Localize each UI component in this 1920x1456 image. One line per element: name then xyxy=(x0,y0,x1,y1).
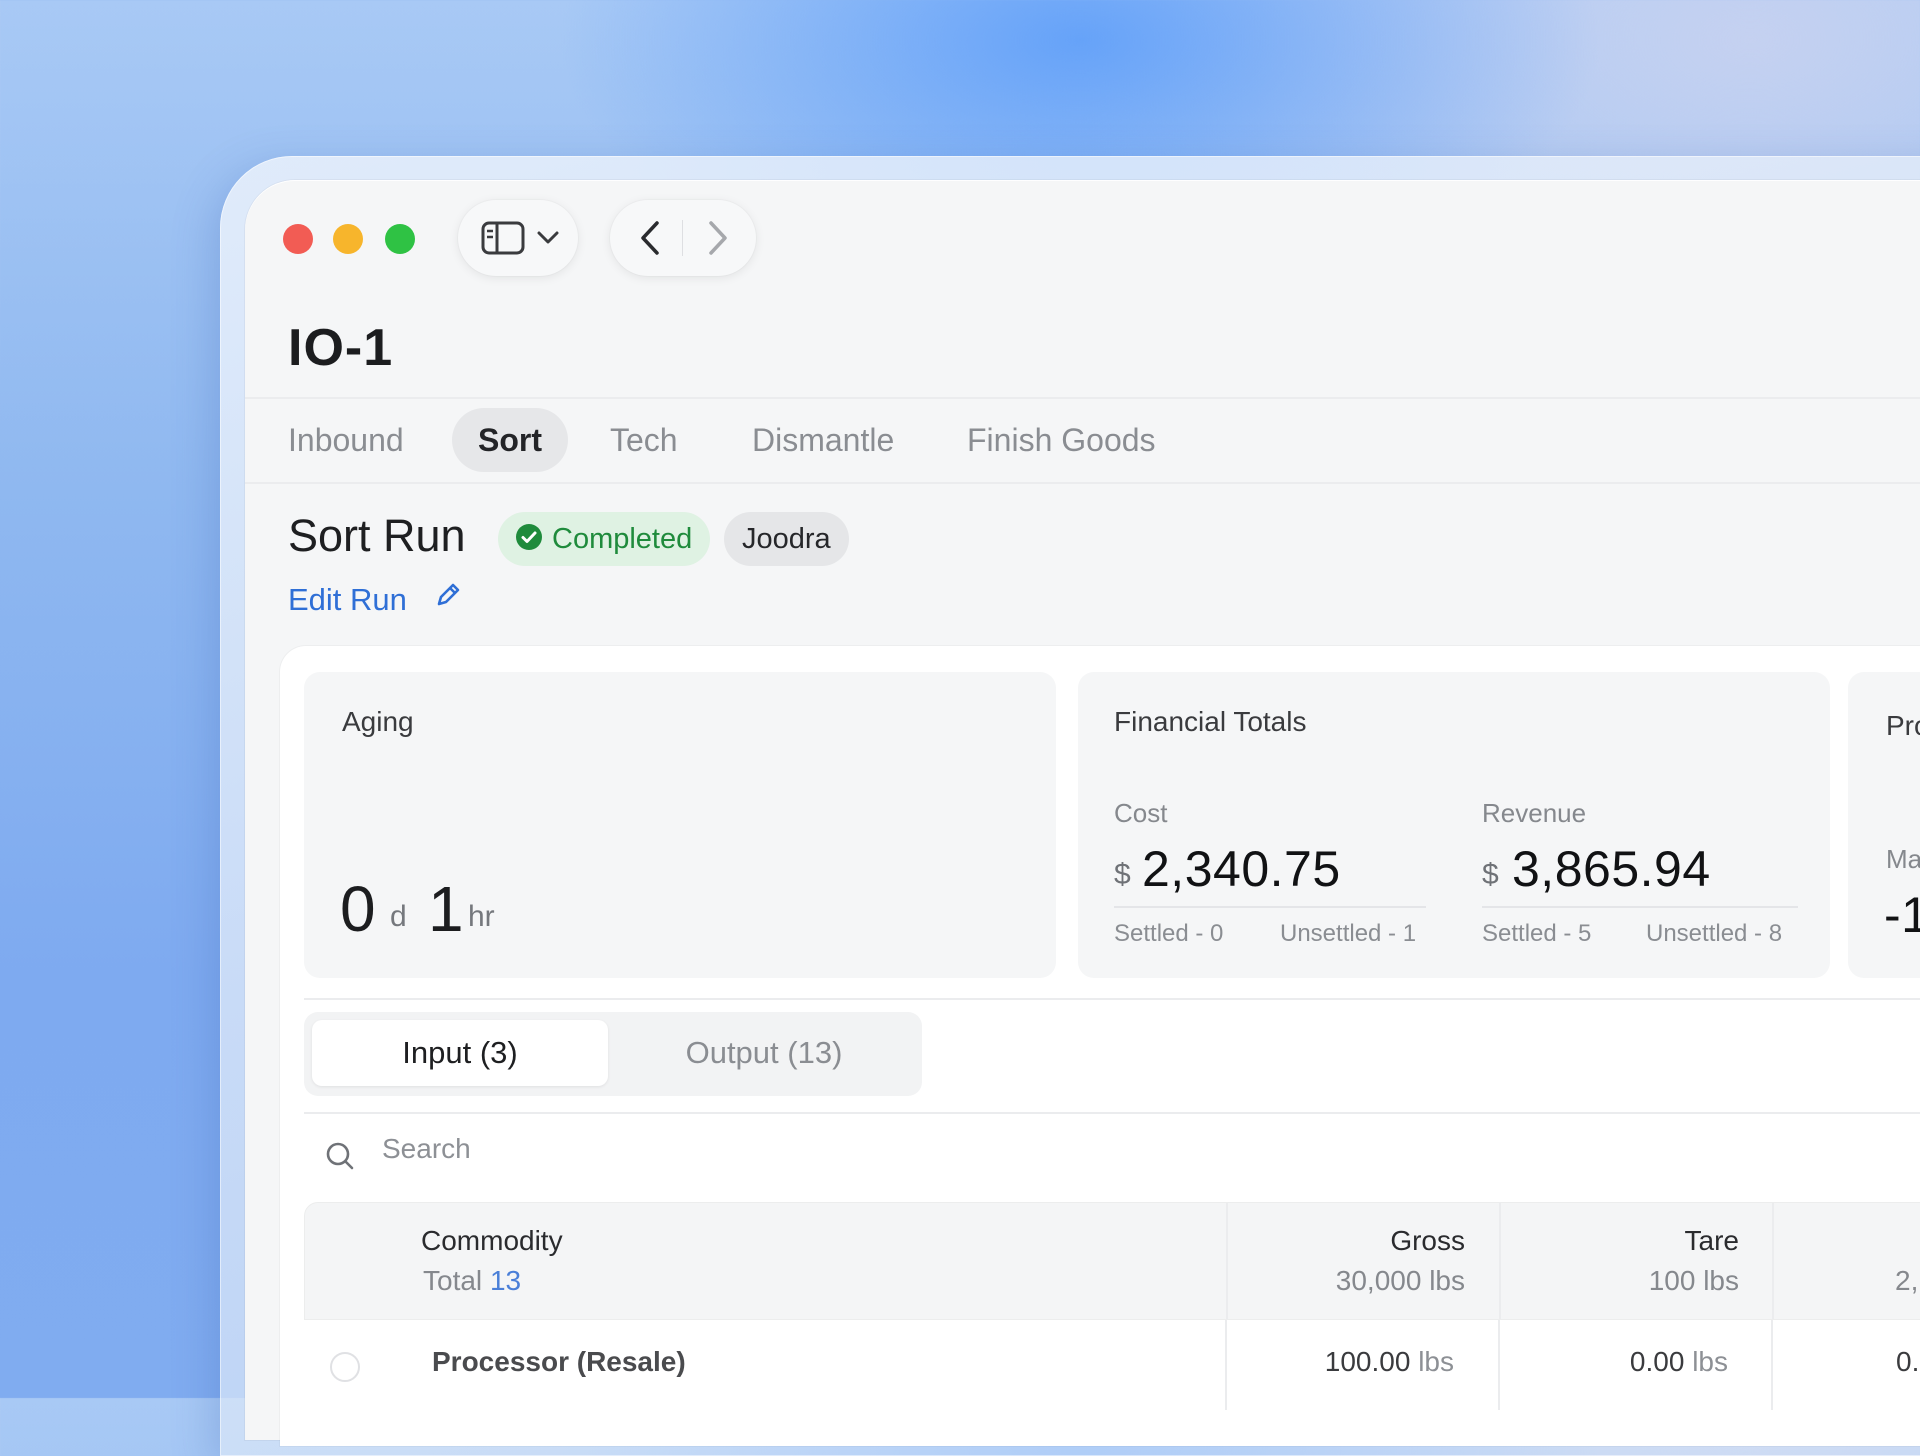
commodity-total: Total 13 xyxy=(423,1265,521,1297)
gross-total-value: 30,000 xyxy=(1335,1265,1422,1296)
chevron-down-icon xyxy=(536,226,560,250)
table-row[interactable]: Processor (Resale) 100.00 lbs 0.00 lbs 0… xyxy=(304,1320,1920,1410)
row-commodity: Processor (Resale) xyxy=(432,1346,686,1377)
column-divider xyxy=(1499,1203,1501,1319)
segment-output[interactable]: Output (13) xyxy=(614,1020,914,1086)
revenue-label: Revenue xyxy=(1482,798,1587,828)
aging-card: Aging 0 d 1 hr xyxy=(304,672,1056,978)
profit-card: Pro Ma -1 xyxy=(1848,672,1920,978)
tab-sort[interactable]: Sort xyxy=(452,408,568,472)
commodity-total-value: 13 xyxy=(489,1265,522,1296)
aging-label: Aging xyxy=(342,706,414,737)
cost-settled: Settled - 0 xyxy=(1114,920,1224,947)
check-circle-icon xyxy=(516,524,542,551)
minimize-window-button[interactable] xyxy=(333,224,363,254)
row-gross-value: 100.00 xyxy=(1324,1346,1411,1377)
zoom-window-button[interactable] xyxy=(385,224,415,254)
tare-total: 100 lbs xyxy=(1515,1265,1739,1297)
column-divider xyxy=(1226,1203,1228,1319)
close-window-button[interactable] xyxy=(283,224,313,254)
revenue-amount: 3,865.94 xyxy=(1512,841,1711,897)
profit-sub-label: Ma xyxy=(1886,844,1920,874)
column-divider xyxy=(1225,1320,1227,1410)
segment-input[interactable]: Input (3) xyxy=(312,1020,608,1086)
aging-hours-unit: hr xyxy=(468,900,495,933)
revenue-divider xyxy=(1482,906,1798,908)
tab-finish-goods[interactable]: Finish Goods xyxy=(941,408,1182,472)
row-select-radio[interactable] xyxy=(330,1352,360,1382)
row-gross: 100.00 lbs xyxy=(1244,1346,1454,1378)
row-tare-value: 0.00 xyxy=(1629,1346,1685,1377)
column-divider xyxy=(1771,1320,1773,1410)
page-title: IO-1 xyxy=(288,319,394,377)
tare-total-unit: lbs xyxy=(1703,1265,1739,1296)
pencil-icon xyxy=(434,581,462,617)
gross-total-unit: lbs xyxy=(1429,1265,1465,1296)
profit-label: Pro xyxy=(1886,710,1920,741)
cost-currency: $ xyxy=(1114,858,1131,891)
gross-total: 30,000 lbs xyxy=(1245,1265,1465,1297)
status-label: Completed xyxy=(552,523,693,555)
search-icon xyxy=(324,1140,356,1172)
status-badge: Completed xyxy=(498,512,711,566)
next-column-total: 2, xyxy=(1895,1265,1919,1296)
financial-totals-label: Financial Totals xyxy=(1114,706,1307,737)
tabs-divider xyxy=(245,482,1920,484)
row-tare-unit: lbs xyxy=(1692,1346,1728,1377)
row-gross-unit: lbs xyxy=(1418,1346,1454,1377)
column-divider xyxy=(1772,1203,1774,1319)
row-next-column: 0. xyxy=(1896,1346,1920,1377)
aging-hours-value: 1 xyxy=(428,873,464,945)
column-header-commodity[interactable]: Commodity xyxy=(421,1225,563,1257)
search-input[interactable] xyxy=(380,1132,984,1166)
aging-days-unit: d xyxy=(390,900,407,933)
table-header: Commodity Total 13 Gross 30,000 lbs Tare… xyxy=(304,1202,1920,1320)
cost-divider xyxy=(1114,906,1426,908)
sidebar-toggle-button[interactable] xyxy=(458,200,578,276)
financial-totals-card: Financial Totals Cost $ 2,340.75 Settled… xyxy=(1078,672,1830,978)
cost-label: Cost xyxy=(1114,798,1168,828)
edit-run-label: Edit Run xyxy=(288,582,407,617)
commodity-total-label: Total xyxy=(423,1265,483,1296)
cost-unsettled: Unsettled - 1 xyxy=(1280,920,1417,947)
aging-days-value: 0 xyxy=(340,873,376,945)
profit-value: -1 xyxy=(1884,887,1920,943)
chevron-right-icon[interactable] xyxy=(700,218,736,258)
navigation-buttons xyxy=(610,200,756,276)
column-divider xyxy=(1498,1320,1500,1410)
section-title: Sort Run xyxy=(288,510,466,561)
chevron-left-icon[interactable] xyxy=(632,218,668,258)
nav-divider xyxy=(682,220,683,256)
search-bar xyxy=(304,1112,1920,1200)
row-tare: 0.00 lbs xyxy=(1514,1346,1728,1378)
cost-amount: 2,340.75 xyxy=(1142,841,1341,897)
tare-total-value: 100 xyxy=(1648,1265,1696,1296)
tab-inbound[interactable]: Inbound xyxy=(262,408,430,472)
edit-run-link[interactable]: Edit Run xyxy=(288,582,462,620)
sidebar-icon xyxy=(480,220,526,256)
tab-tech[interactable]: Tech xyxy=(584,408,704,472)
title-divider xyxy=(245,397,1920,399)
column-header-gross[interactable]: Gross xyxy=(1245,1225,1465,1257)
revenue-unsettled: Unsettled - 8 xyxy=(1646,920,1783,947)
assignee-badge: Joodra xyxy=(724,512,849,566)
revenue-settled: Settled - 5 xyxy=(1482,920,1592,947)
column-header-tare[interactable]: Tare xyxy=(1515,1225,1739,1257)
cards-divider xyxy=(304,998,1920,1000)
tab-dismantle[interactable]: Dismantle xyxy=(726,408,920,472)
input-output-segmented-control: Input (3) Output (13) xyxy=(304,1012,922,1096)
revenue-currency: $ xyxy=(1482,858,1499,891)
